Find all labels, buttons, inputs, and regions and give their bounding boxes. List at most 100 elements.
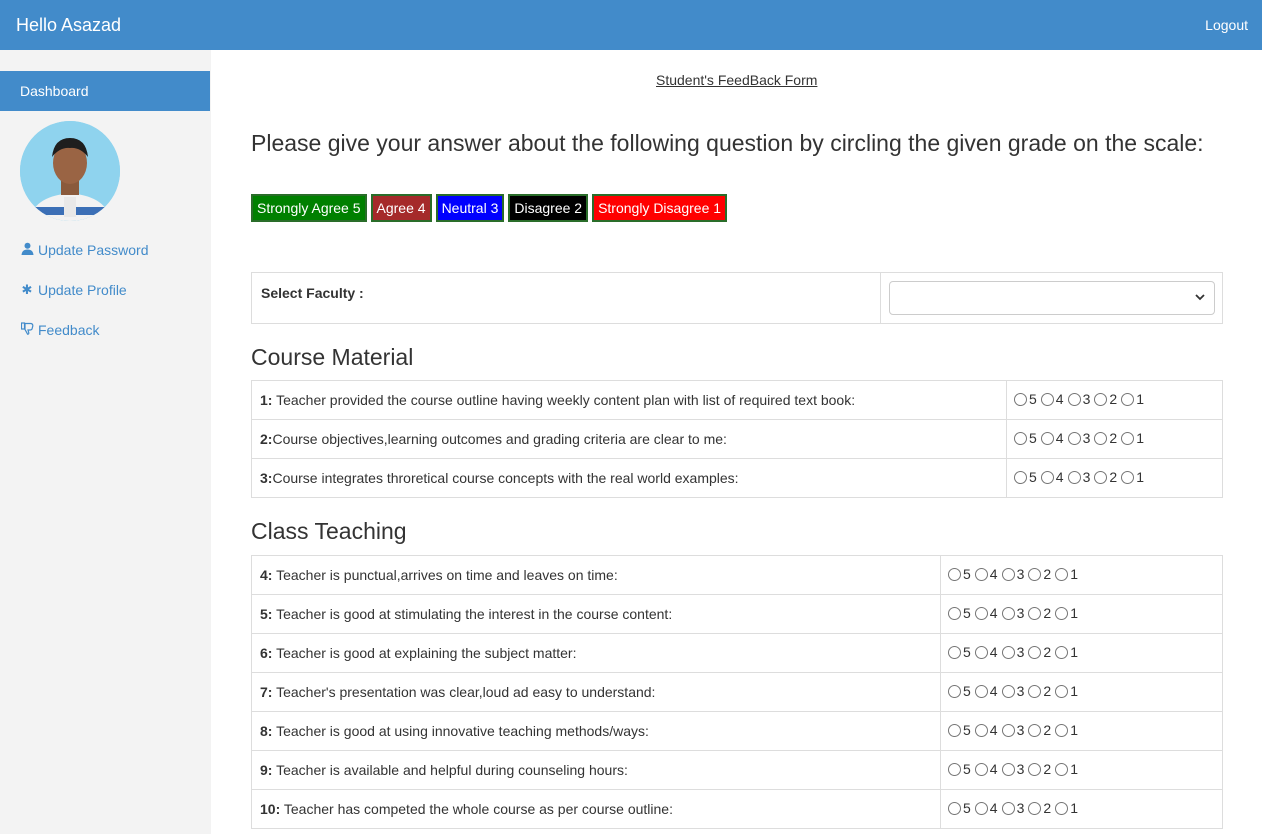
radio-button[interactable] (1055, 567, 1069, 581)
rating-option[interactable]: 4 (974, 761, 998, 777)
radio-button[interactable] (1067, 392, 1081, 406)
radio-button[interactable] (1121, 392, 1135, 406)
rating-option[interactable]: 5 (948, 566, 971, 582)
rating-option[interactable]: 4 (974, 566, 998, 582)
radio-button[interactable] (1028, 801, 1042, 815)
rating-option[interactable]: 2 (1028, 761, 1051, 777)
rating-option[interactable]: 2 (1094, 469, 1117, 485)
radio-button[interactable] (948, 762, 961, 776)
rating-option[interactable]: 2 (1094, 430, 1117, 446)
radio-button[interactable] (1001, 567, 1015, 581)
radio-button[interactable] (1040, 470, 1054, 484)
rating-option[interactable]: 3 (1067, 391, 1090, 407)
radio-button[interactable] (948, 567, 961, 581)
rating-option[interactable]: 4 (974, 605, 998, 621)
rating-option[interactable]: 4 (1040, 469, 1064, 485)
radio-button[interactable] (1055, 723, 1069, 737)
radio-button[interactable] (1121, 470, 1135, 484)
rating-option[interactable]: 3 (1001, 761, 1024, 777)
rating-option[interactable]: 5 (948, 800, 971, 816)
rating-option[interactable]: 5 (948, 722, 971, 738)
rating-option[interactable]: 1 (1121, 469, 1144, 485)
rating-option[interactable]: 2 (1028, 683, 1051, 699)
radio-button[interactable] (974, 684, 988, 698)
sidebar-item-update-profile[interactable]: ✱ Update Profile (20, 282, 127, 298)
rating-option[interactable]: 3 (1001, 722, 1024, 738)
radio-button[interactable] (1040, 431, 1054, 445)
radio-button[interactable] (1001, 645, 1015, 659)
rating-option[interactable]: 3 (1001, 800, 1024, 816)
radio-button[interactable] (1067, 470, 1081, 484)
rating-option[interactable]: 4 (1040, 430, 1064, 446)
radio-button[interactable] (948, 684, 961, 698)
radio-button[interactable] (948, 723, 961, 737)
rating-option[interactable]: 5 (948, 605, 971, 621)
radio-button[interactable] (1001, 606, 1015, 620)
rating-option[interactable]: 2 (1028, 644, 1051, 660)
rating-option[interactable]: 1 (1055, 566, 1078, 582)
rating-option[interactable]: 5 (948, 761, 971, 777)
rating-option[interactable]: 1 (1055, 644, 1078, 660)
rating-option[interactable]: 5 (1014, 430, 1037, 446)
rating-option[interactable]: 3 (1067, 469, 1090, 485)
radio-button[interactable] (948, 606, 961, 620)
radio-button[interactable] (1014, 392, 1027, 406)
radio-button[interactable] (1055, 801, 1069, 815)
rating-option[interactable]: 2 (1028, 722, 1051, 738)
radio-button[interactable] (974, 801, 988, 815)
rating-option[interactable]: 3 (1067, 430, 1090, 446)
rating-option[interactable]: 1 (1055, 800, 1078, 816)
radio-button[interactable] (1028, 567, 1042, 581)
radio-button[interactable] (1028, 684, 1042, 698)
rating-option[interactable]: 1 (1055, 761, 1078, 777)
rating-option[interactable]: 3 (1001, 644, 1024, 660)
radio-button[interactable] (1014, 470, 1027, 484)
rating-option[interactable]: 1 (1055, 683, 1078, 699)
rating-option[interactable]: 5 (948, 644, 971, 660)
radio-button[interactable] (974, 645, 988, 659)
radio-button[interactable] (1055, 762, 1069, 776)
radio-button[interactable] (1121, 431, 1135, 445)
radio-button[interactable] (1067, 431, 1081, 445)
rating-option[interactable]: 2 (1094, 391, 1117, 407)
rating-option[interactable]: 5 (948, 683, 971, 699)
radio-button[interactable] (1094, 392, 1108, 406)
rating-option[interactable]: 2 (1028, 605, 1051, 621)
rating-option[interactable]: 4 (974, 683, 998, 699)
rating-option[interactable]: 3 (1001, 683, 1024, 699)
logout-link[interactable]: Logout (1205, 17, 1248, 33)
radio-button[interactable] (974, 723, 988, 737)
radio-button[interactable] (1094, 431, 1108, 445)
rating-option[interactable]: 4 (974, 644, 998, 660)
radio-button[interactable] (1055, 684, 1069, 698)
radio-button[interactable] (1028, 606, 1042, 620)
radio-button[interactable] (1001, 762, 1015, 776)
rating-option[interactable]: 2 (1028, 800, 1051, 816)
radio-button[interactable] (1001, 723, 1015, 737)
radio-button[interactable] (1055, 645, 1069, 659)
rating-option[interactable]: 3 (1001, 566, 1024, 582)
radio-button[interactable] (974, 567, 988, 581)
radio-button[interactable] (948, 645, 961, 659)
rating-option[interactable]: 1 (1055, 605, 1078, 621)
rating-option[interactable]: 1 (1121, 391, 1144, 407)
rating-option[interactable]: 1 (1055, 722, 1078, 738)
faculty-select[interactable] (889, 281, 1215, 315)
rating-option[interactable]: 4 (974, 722, 998, 738)
sidebar-item-dashboard[interactable]: Dashboard (0, 71, 210, 111)
radio-button[interactable] (1001, 801, 1015, 815)
radio-button[interactable] (1094, 470, 1108, 484)
rating-option[interactable]: 5 (1014, 391, 1037, 407)
radio-button[interactable] (1055, 606, 1069, 620)
radio-button[interactable] (974, 606, 988, 620)
radio-button[interactable] (1014, 431, 1027, 445)
sidebar-item-feedback[interactable]: Feedback (20, 322, 99, 338)
radio-button[interactable] (1028, 762, 1042, 776)
radio-button[interactable] (1040, 392, 1054, 406)
sidebar-item-update-password[interactable]: Update Password (20, 242, 149, 258)
radio-button[interactable] (948, 801, 961, 815)
rating-option[interactable]: 1 (1121, 430, 1144, 446)
radio-button[interactable] (974, 762, 988, 776)
rating-option[interactable]: 4 (974, 800, 998, 816)
rating-option[interactable]: 3 (1001, 605, 1024, 621)
